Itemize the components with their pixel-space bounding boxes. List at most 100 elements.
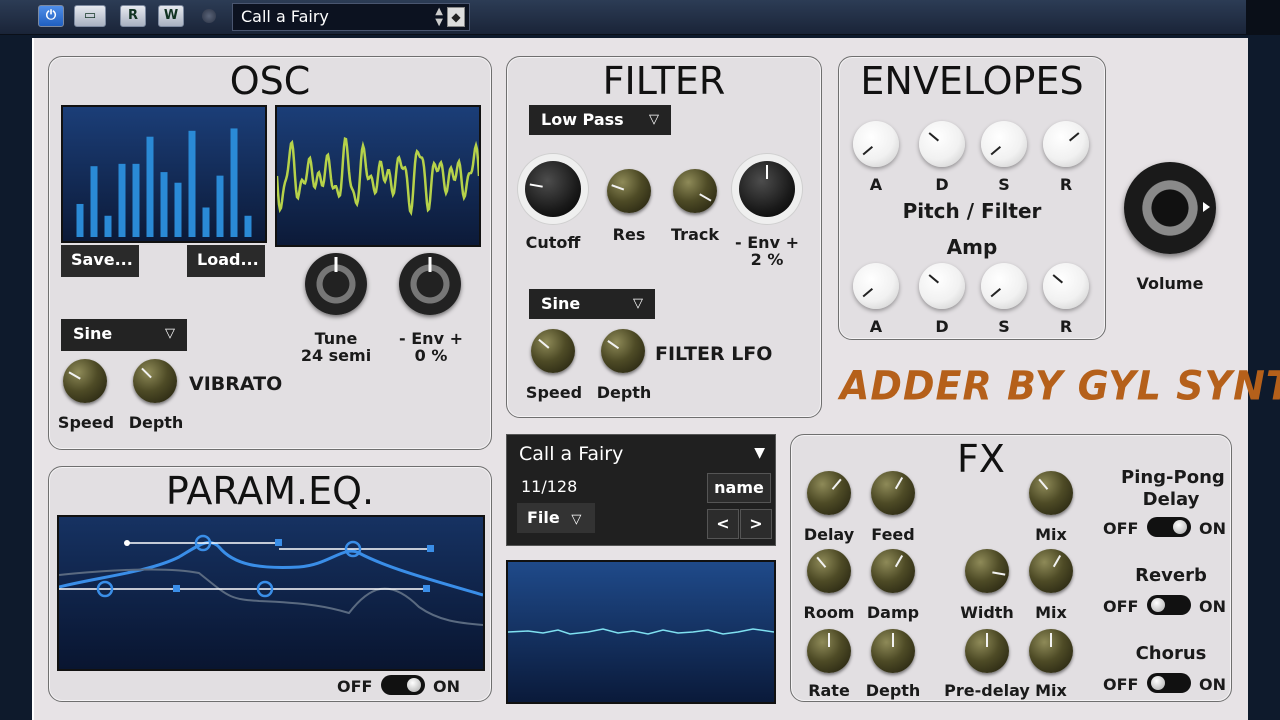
pitch-attack-knob[interactable] bbox=[853, 121, 899, 167]
lfo-speed-knob[interactable] bbox=[531, 329, 575, 373]
pitch-s-label: S bbox=[998, 175, 1010, 194]
pitch-release-knob[interactable] bbox=[1043, 121, 1089, 167]
track-knob[interactable] bbox=[673, 169, 717, 213]
reverb-off-label: OFF bbox=[1103, 597, 1139, 616]
eq-toggle[interactable] bbox=[381, 675, 425, 695]
load-button[interactable]: Load... bbox=[187, 245, 265, 277]
vibrato-depth-knob[interactable] bbox=[133, 359, 177, 403]
chorus-predelay-label: Pre-delay bbox=[944, 681, 1030, 700]
envelopes-title: ENVELOPES bbox=[860, 59, 1084, 103]
next-preset-button[interactable]: > bbox=[740, 509, 772, 539]
save-button[interactable]: Save... bbox=[61, 245, 139, 277]
vibrato-speed-knob[interactable] bbox=[63, 359, 107, 403]
chorus-label: Chorus bbox=[1135, 643, 1207, 664]
chevron-down-icon: ▽ bbox=[165, 326, 175, 341]
preset-menu-icon[interactable]: ◆ bbox=[447, 7, 465, 27]
reverb-on-label: ON bbox=[1199, 597, 1226, 616]
filter-type-dropdown[interactable]: Low Pass ▽ bbox=[529, 105, 671, 135]
preset-count: 11/128 bbox=[521, 477, 578, 496]
cutoff-knob[interactable] bbox=[525, 161, 581, 217]
chevron-down-icon: ▽ bbox=[571, 512, 582, 527]
chorus-off-label: OFF bbox=[1103, 675, 1139, 694]
waveform-display bbox=[275, 105, 481, 247]
toggle-knob bbox=[1173, 520, 1187, 534]
filter-env-knob[interactable] bbox=[739, 161, 795, 217]
eq-off-label: OFF bbox=[337, 677, 373, 696]
harmonics-display[interactable] bbox=[61, 105, 267, 243]
param-eq-title: PARAM.EQ. bbox=[165, 469, 375, 513]
resonance-knob[interactable] bbox=[607, 169, 651, 213]
reverb-room-knob[interactable] bbox=[807, 549, 851, 593]
file-menu-button[interactable]: File ▽ bbox=[517, 503, 595, 533]
delay-off-label: OFF bbox=[1103, 519, 1139, 538]
chorus-rate-label: Rate bbox=[808, 681, 850, 700]
reverb-toggle[interactable] bbox=[1147, 595, 1191, 615]
filter-type-value: Low Pass bbox=[541, 110, 624, 129]
lfo-depth-knob[interactable] bbox=[601, 329, 645, 373]
delay-feed-knob[interactable] bbox=[871, 471, 915, 515]
pitch-decay-knob[interactable] bbox=[919, 121, 965, 167]
harmonic-bar[interactable] bbox=[104, 215, 112, 237]
harmonic-bar[interactable] bbox=[132, 163, 140, 237]
chorus-depth-knob[interactable] bbox=[871, 629, 915, 673]
harmonic-bar[interactable] bbox=[244, 215, 252, 237]
param-eq-section: PARAM.EQ. OFF ON bbox=[48, 466, 492, 702]
stepper-icon[interactable]: ▲ ▼ bbox=[435, 6, 443, 28]
pitch-d-label: D bbox=[935, 175, 949, 194]
volume-label: Volume bbox=[1136, 274, 1204, 293]
delay-time-label: Delay bbox=[803, 525, 855, 544]
ping-pong-delay-label: Delay bbox=[1142, 489, 1200, 510]
pitch-sustain-knob[interactable] bbox=[981, 121, 1027, 167]
amp-r-label: R bbox=[1059, 317, 1073, 336]
harmonic-bar[interactable] bbox=[76, 203, 84, 237]
lfo-speed-label: Speed bbox=[525, 383, 583, 402]
delay-mix-knob[interactable] bbox=[1029, 471, 1073, 515]
waveform-line bbox=[277, 137, 479, 217]
monitor-icon[interactable]: ▭ bbox=[74, 5, 106, 27]
amp-s-label: S bbox=[998, 317, 1010, 336]
eq-graph[interactable] bbox=[57, 515, 485, 671]
waveform-graph bbox=[277, 137, 479, 217]
harmonic-bar[interactable] bbox=[230, 128, 238, 237]
chorus-mix-knob[interactable] bbox=[1029, 629, 1073, 673]
harmonic-bar[interactable] bbox=[216, 175, 224, 237]
harmonic-bar[interactable] bbox=[90, 166, 98, 237]
amp-label: Amp bbox=[946, 235, 998, 259]
tune-knob[interactable] bbox=[305, 253, 367, 315]
amp-attack-knob[interactable] bbox=[853, 263, 899, 309]
lfo-wave-dropdown[interactable]: Sine ▽ bbox=[529, 289, 655, 319]
osc-env-value: 0 % bbox=[414, 346, 448, 365]
chorus-rate-knob[interactable] bbox=[807, 629, 851, 673]
osc-env-knob[interactable] bbox=[399, 253, 461, 315]
volume-knob[interactable] bbox=[1124, 162, 1216, 254]
reverb-damp-knob[interactable] bbox=[871, 549, 915, 593]
synth-panel: OSC Save... Load... Tune 24 semi - Env +… bbox=[32, 38, 1280, 720]
chorus-toggle[interactable] bbox=[1147, 673, 1191, 693]
harmonic-bar[interactable] bbox=[146, 136, 154, 237]
amp-release-knob[interactable] bbox=[1043, 263, 1089, 309]
amp-decay-knob[interactable] bbox=[919, 263, 965, 309]
reverb-mix-knob[interactable] bbox=[1029, 549, 1073, 593]
output-scope bbox=[506, 560, 776, 704]
delay-mix-label: Mix bbox=[1035, 525, 1067, 544]
harmonic-bar[interactable] bbox=[118, 163, 126, 237]
filter-lfo-label: FILTER LFO bbox=[655, 343, 773, 365]
delay-toggle[interactable] bbox=[1147, 517, 1191, 537]
reverb-width-knob[interactable] bbox=[965, 549, 1009, 593]
vibrato-wave-dropdown[interactable]: Sine ▽ bbox=[61, 319, 187, 351]
amp-sustain-knob[interactable] bbox=[981, 263, 1027, 309]
harmonic-bar[interactable] bbox=[188, 130, 196, 237]
harmonic-bar[interactable] bbox=[160, 172, 168, 237]
delay-time-knob[interactable] bbox=[807, 471, 851, 515]
host-preset-selector[interactable]: Call a Fairy ▲ ▼ ◆ bbox=[232, 3, 470, 31]
power-icon[interactable]: ⏻ bbox=[38, 5, 64, 27]
read-automation-button[interactable]: R bbox=[120, 5, 146, 27]
reverb-label: Reverb bbox=[1135, 565, 1207, 586]
write-automation-button[interactable]: W bbox=[158, 5, 184, 27]
lfo-depth-label: Depth bbox=[596, 383, 652, 402]
harmonic-bar[interactable] bbox=[202, 207, 210, 238]
prev-preset-button[interactable]: < bbox=[707, 509, 739, 539]
chorus-predelay-knob[interactable] bbox=[965, 629, 1009, 673]
harmonic-bar[interactable] bbox=[174, 182, 182, 237]
reverb-width-label: Width bbox=[960, 603, 1014, 622]
